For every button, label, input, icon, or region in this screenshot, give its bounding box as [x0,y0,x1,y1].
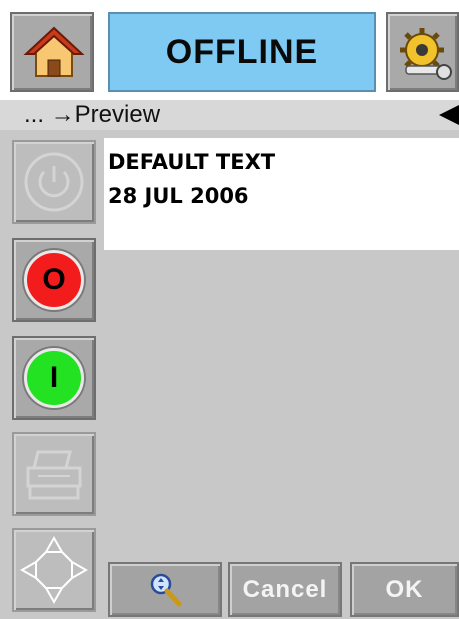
stop-label: O [24,250,84,310]
zoom-button[interactable] [108,562,222,617]
ok-label: OK [385,575,424,603]
preview-line-2: 28 JUL 2006 [108,184,249,208]
settings-button[interactable] [386,12,459,92]
home-button[interactable] [10,12,94,92]
bottom-bar: Cancel OK [104,560,459,619]
ok-button[interactable]: OK [350,562,459,617]
start-label: I [24,348,84,408]
cancel-label: Cancel [242,575,328,603]
breadcrumb-text: ... →Preview [24,101,161,128]
print-button[interactable] [12,432,96,516]
navigation-button[interactable] [12,528,96,612]
preview-line-1: DEFAULT TEXT [108,150,276,174]
back-arrow-icon[interactable] [439,105,459,125]
zoom-icon [150,573,182,606]
stop-button[interactable]: O [12,238,96,322]
status-text: OFFLINE [165,32,319,71]
settings-gear-icon [400,28,452,80]
printer-icon [26,450,82,500]
top-bar: OFFLINE [0,0,459,100]
preview-paper: DEFAULT TEXT 28 JUL 2006 [104,138,459,250]
printer-screen: OFFLINE ... →Preview O I DEFAULT TEXT 28… [0,0,459,619]
start-button[interactable]: I [12,336,96,420]
navigation-arrows-icon [19,535,89,605]
left-toolbar: O I [0,130,104,619]
home-icon [23,26,85,77]
power-button[interactable] [12,140,96,224]
power-icon [24,152,84,212]
status-display: OFFLINE [108,12,376,92]
preview-panel: DEFAULT TEXT 28 JUL 2006 [104,130,459,560]
cancel-button[interactable]: Cancel [228,562,342,617]
breadcrumb: ... →Preview [0,100,459,130]
